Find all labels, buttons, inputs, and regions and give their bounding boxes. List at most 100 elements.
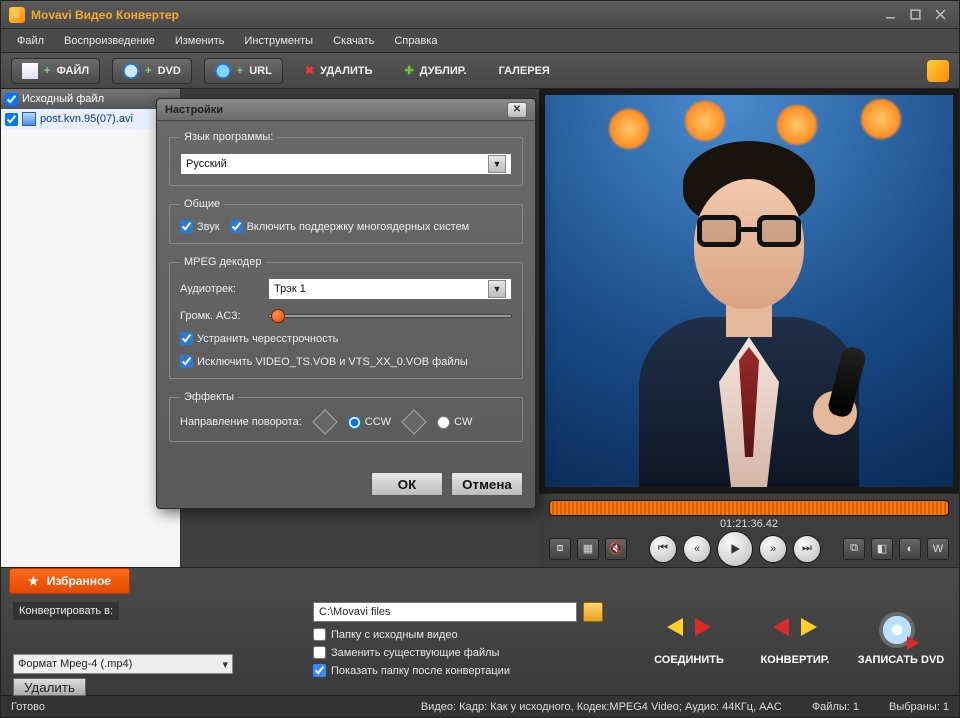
maximize-button[interactable] bbox=[904, 7, 926, 23]
play-button[interactable] bbox=[717, 531, 753, 567]
rotate-ccw-icon bbox=[312, 409, 337, 434]
star-icon: ★ bbox=[28, 574, 39, 588]
file-list: Исходный файл post.kvn.95(07).avi bbox=[1, 89, 181, 567]
menu-edit[interactable]: Изменить bbox=[167, 32, 233, 50]
status-ready: Готово bbox=[11, 701, 45, 713]
rewind-button[interactable]: « bbox=[683, 535, 711, 563]
bottom-panel: ★ Избранное Конвертировать в: Формат Mpe… bbox=[1, 567, 959, 695]
duplicate-icon: ✚ bbox=[405, 64, 414, 77]
video-preview[interactable] bbox=[545, 95, 953, 487]
favorites-label: Избранное bbox=[47, 574, 111, 588]
plus-icon: + bbox=[145, 65, 151, 77]
menu-file[interactable]: Файл bbox=[9, 32, 52, 50]
sound-checkbox[interactable]: Звук bbox=[180, 220, 220, 233]
file-row[interactable]: post.kvn.95(07).avi bbox=[1, 109, 180, 129]
general-group: Общие Звук Включить поддержку многоядерн… bbox=[169, 198, 523, 244]
ok-button[interactable]: ОК bbox=[371, 472, 443, 496]
ccw-radio[interactable]: CCW bbox=[348, 416, 391, 429]
file-list-header[interactable]: Исходный файл bbox=[1, 89, 180, 109]
menu-playback[interactable]: Воспроизведение bbox=[56, 32, 163, 50]
output-path-input[interactable]: C:\Movavi files bbox=[313, 602, 577, 622]
duplicate-button[interactable]: ✚ ДУБЛИР. bbox=[395, 58, 477, 84]
join-button[interactable]: СОЕДИНИТЬ bbox=[639, 594, 739, 684]
select-all-checkbox[interactable] bbox=[5, 93, 18, 106]
status-bar: Готово Видео: Кадр: Как у исходного, Код… bbox=[1, 695, 959, 717]
go-start-button[interactable]: ⏮ bbox=[649, 535, 677, 563]
file-list-header-label: Исходный файл bbox=[22, 93, 104, 105]
delete-button[interactable]: ✖ УДАЛИТЬ bbox=[295, 58, 383, 84]
titlebar: Movavi Видео Конвертер bbox=[1, 1, 959, 29]
rotate-cw-icon bbox=[401, 409, 426, 434]
file-icon bbox=[22, 63, 38, 79]
remove-preset-button[interactable]: Удалить bbox=[13, 678, 86, 696]
globe-icon bbox=[215, 63, 231, 79]
adjust-button[interactable]: ◐ bbox=[899, 538, 921, 560]
add-url-button[interactable]: + URL bbox=[204, 58, 283, 84]
effects-legend: Эффекты bbox=[180, 391, 238, 403]
add-file-button[interactable]: + ФАЙЛ bbox=[11, 58, 100, 84]
dvd-icon bbox=[123, 63, 139, 79]
language-value: Русский bbox=[186, 158, 227, 170]
browse-folder-button[interactable] bbox=[583, 602, 603, 622]
burn-dvd-button[interactable]: ЗАПИСАТЬ DVD bbox=[851, 594, 951, 684]
chevron-down-icon: ▼ bbox=[488, 155, 506, 173]
gallery-button[interactable]: ГАЛЕРЕЯ bbox=[489, 58, 560, 84]
join-icon bbox=[667, 612, 711, 646]
mute-button[interactable]: 🔇 bbox=[605, 538, 627, 560]
menu-help[interactable]: Справка bbox=[386, 32, 445, 50]
transport-panel: 01:21:36.42 ⧈ ▦ 🔇 ⏮ « » ⏭ ⧉ ◧ ◐ bbox=[539, 493, 959, 567]
ac3-volume-slider[interactable] bbox=[268, 314, 512, 318]
toolbar: + ФАЙЛ + DVD + URL ✖ УДАЛИТЬ ✚ ДУБЛИР. Г… bbox=[1, 53, 959, 89]
seek-bar[interactable] bbox=[549, 500, 949, 516]
ac3-label: Громк. AC3: bbox=[180, 310, 258, 322]
open-after-option[interactable]: Показать папку после конвертации bbox=[313, 664, 510, 677]
mark-in-button[interactable]: ⧈ bbox=[549, 538, 571, 560]
general-legend: Общие bbox=[180, 198, 224, 210]
cw-radio[interactable]: CW bbox=[437, 416, 472, 429]
duplicate-label: ДУБЛИР. bbox=[420, 65, 467, 77]
add-dvd-button[interactable]: + DVD bbox=[112, 58, 192, 84]
status-selected: Выбраны: 1 bbox=[889, 701, 949, 713]
menu-tools[interactable]: Инструменты bbox=[236, 32, 321, 50]
join-label: СОЕДИНИТЬ bbox=[654, 654, 724, 666]
add-url-label: URL bbox=[249, 65, 272, 77]
add-file-label: ФАЙЛ bbox=[56, 65, 89, 77]
minimize-button[interactable] bbox=[879, 7, 901, 23]
convert-label: КОНВЕРТИР. bbox=[760, 654, 829, 666]
convert-button[interactable]: КОНВЕРТИР. bbox=[745, 594, 845, 684]
dialog-close-button[interactable]: ✕ bbox=[507, 102, 527, 118]
delete-icon: ✖ bbox=[305, 64, 314, 77]
format-select[interactable]: Формат Mpeg-4 (.mp4) bbox=[13, 654, 233, 674]
exclude-vob-checkbox[interactable]: Исключить VIDEO_TS.VOB и VTS_XX_0.VOB фа… bbox=[180, 355, 512, 368]
settings-dialog: Настройки ✕ Язык программы: Русский ▼ Об… bbox=[156, 98, 536, 509]
close-button[interactable] bbox=[929, 7, 951, 23]
puzzle-icon[interactable] bbox=[927, 60, 949, 82]
language-select[interactable]: Русский ▼ bbox=[180, 153, 512, 175]
audiotrack-select[interactable]: Трэк 1 ▼ bbox=[268, 278, 512, 300]
forward-button[interactable]: » bbox=[759, 535, 787, 563]
status-files: Файлы: 1 bbox=[812, 701, 859, 713]
multicore-checkbox[interactable]: Включить поддержку многоядерных систем bbox=[230, 220, 470, 233]
overwrite-option[interactable]: Заменить существующие файлы bbox=[313, 646, 499, 659]
favorites-button[interactable]: ★ Избранное bbox=[9, 568, 130, 594]
watermark-button[interactable]: W bbox=[927, 538, 949, 560]
convert-to-label: Конвертировать в: bbox=[13, 602, 119, 620]
cancel-button[interactable]: Отмена bbox=[451, 472, 523, 496]
go-end-button[interactable]: ⏭ bbox=[793, 535, 821, 563]
format-value: Формат Mpeg-4 (.mp4) bbox=[18, 658, 132, 670]
audiotrack-label: Аудиотрек: bbox=[180, 283, 258, 295]
dialog-titlebar[interactable]: Настройки ✕ bbox=[157, 99, 535, 121]
disc-icon bbox=[879, 612, 915, 648]
file-row-checkbox[interactable] bbox=[5, 113, 18, 126]
language-legend: Язык программы: bbox=[180, 131, 277, 143]
mark-out-button[interactable]: ▦ bbox=[577, 538, 599, 560]
delete-label: УДАЛИТЬ bbox=[320, 65, 372, 77]
plus-icon: + bbox=[44, 65, 50, 77]
same-folder-option[interactable]: Папку с исходным видео bbox=[313, 628, 458, 641]
snapshot-button[interactable]: ◧ bbox=[871, 538, 893, 560]
gallery-label: ГАЛЕРЕЯ bbox=[499, 65, 550, 77]
deinterlace-checkbox[interactable]: Устранить чересстрочность bbox=[180, 332, 512, 345]
menu-download[interactable]: Скачать bbox=[325, 32, 382, 50]
rotation-label: Направление поворота: bbox=[180, 416, 302, 428]
crop-button[interactable]: ⧉ bbox=[843, 538, 865, 560]
